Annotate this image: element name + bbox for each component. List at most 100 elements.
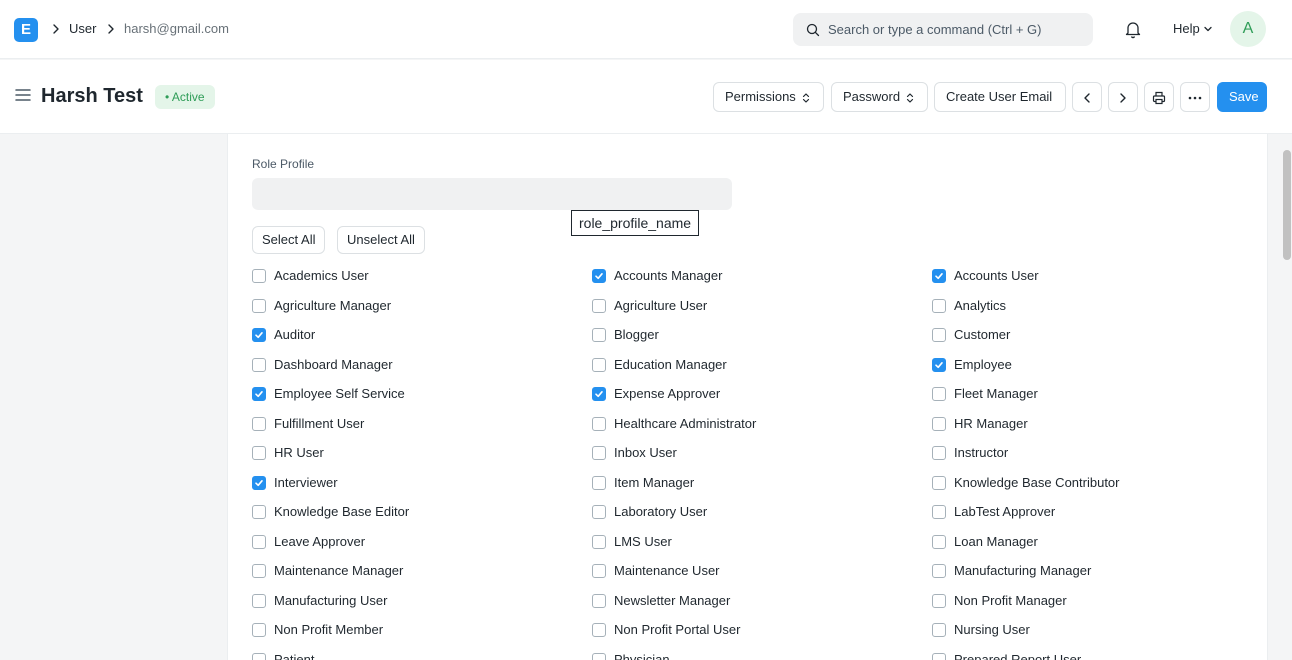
checkbox-checked[interactable] <box>252 328 266 342</box>
checkbox-unchecked[interactable] <box>592 446 606 460</box>
role-label: Prepared Report User <box>954 652 1082 660</box>
checkbox-unchecked[interactable] <box>252 594 266 608</box>
checkbox-checked[interactable] <box>932 269 946 283</box>
role-label: Non Profit Manager <box>954 593 1067 608</box>
role-label: Customer <box>954 327 1011 342</box>
bell-icon[interactable] <box>1123 19 1143 39</box>
checkbox-unchecked[interactable] <box>592 535 606 549</box>
checkbox-unchecked[interactable] <box>252 535 266 549</box>
checkbox-unchecked[interactable] <box>932 623 946 637</box>
role-label: Patient <box>274 652 315 660</box>
role-label: HR User <box>274 445 324 460</box>
checkbox-unchecked[interactable] <box>592 623 606 637</box>
breadcrumb-current-user[interactable]: harsh@gmail.com <box>124 20 229 38</box>
permissions-button[interactable]: Permissions <box>713 82 824 112</box>
role-label: Knowledge Base Contributor <box>954 475 1120 490</box>
role-label: Fleet Manager <box>954 386 1038 401</box>
role-label: Knowledge Base Editor <box>274 504 410 519</box>
checkbox-unchecked[interactable] <box>252 505 266 519</box>
checkbox-unchecked[interactable] <box>592 417 606 431</box>
search-input[interactable]: Search or type a command (Ctrl + G) <box>793 13 1093 46</box>
checkbox-unchecked[interactable] <box>252 446 266 460</box>
checkbox-unchecked[interactable] <box>932 417 946 431</box>
role-label: Physician <box>614 652 670 660</box>
previous-record-button[interactable] <box>1072 82 1102 112</box>
role-profile-input[interactable] <box>252 178 732 210</box>
status-badge: • Active <box>155 85 215 109</box>
help-menu[interactable]: Help <box>1173 20 1200 38</box>
role-label: Newsletter Manager <box>614 593 731 608</box>
check-icon <box>255 391 263 398</box>
checkbox-unchecked[interactable] <box>932 299 946 313</box>
checkbox-unchecked[interactable] <box>932 505 946 519</box>
checkbox-unchecked[interactable] <box>932 564 946 578</box>
role-label: Item Manager <box>614 475 695 490</box>
create-user-email-button[interactable]: Create User Email <box>934 82 1066 112</box>
checkbox-unchecked[interactable] <box>932 387 946 401</box>
checkbox-unchecked[interactable] <box>592 299 606 313</box>
checkbox-unchecked[interactable] <box>252 623 266 637</box>
scrollbar-thumb[interactable] <box>1283 150 1291 260</box>
checkbox-unchecked[interactable] <box>252 653 266 660</box>
checkbox-unchecked[interactable] <box>932 328 946 342</box>
checkbox-unchecked[interactable] <box>592 594 606 608</box>
page-scrollbar[interactable] <box>1282 150 1292 260</box>
select-all-button[interactable]: Select All <box>252 226 326 254</box>
more-actions-button[interactable] <box>1180 82 1210 112</box>
role-label: Auditor <box>274 327 316 342</box>
role-label: Dashboard Manager <box>274 357 393 372</box>
checkbox-unchecked[interactable] <box>592 476 606 490</box>
checkbox-unchecked[interactable] <box>932 653 946 660</box>
print-button[interactable] <box>1144 82 1174 112</box>
password-button[interactable]: Password <box>831 82 928 112</box>
check-icon <box>595 273 603 280</box>
role-label: Academics User <box>274 268 369 283</box>
chevron-right-icon <box>108 24 114 34</box>
app-logo-icon[interactable]: E <box>14 18 38 42</box>
role-label: Fulfillment User <box>274 416 365 431</box>
role-label: LabTest Approver <box>954 504 1056 519</box>
checkbox-checked[interactable] <box>592 387 606 401</box>
role-label: HR Manager <box>954 416 1028 431</box>
hamburger-icon[interactable] <box>15 88 31 102</box>
next-record-button[interactable] <box>1108 82 1138 112</box>
role-label: Employee Self Service <box>274 386 405 401</box>
password-button-label: Password <box>843 89 901 104</box>
checkbox-unchecked[interactable] <box>592 505 606 519</box>
checkbox-unchecked[interactable] <box>932 476 946 490</box>
checkbox-checked[interactable] <box>592 269 606 283</box>
permissions-button-label: Permissions <box>725 89 796 104</box>
save-button[interactable]: Save <box>1217 82 1267 112</box>
checkbox-checked[interactable] <box>932 358 946 372</box>
role-label: Manufacturing User <box>274 593 388 608</box>
role-label: Expense Approver <box>614 386 721 401</box>
page-title: Harsh Test <box>41 85 143 107</box>
role-label: Blogger <box>614 327 659 342</box>
checkbox-unchecked[interactable] <box>252 299 266 313</box>
checkbox-unchecked[interactable] <box>592 564 606 578</box>
checkbox-unchecked[interactable] <box>932 594 946 608</box>
checkbox-unchecked[interactable] <box>932 535 946 549</box>
role-label: Instructor <box>954 445 1009 460</box>
checkbox-unchecked[interactable] <box>592 328 606 342</box>
checkbox-checked[interactable] <box>252 476 266 490</box>
chevron-right-icon <box>53 24 59 34</box>
role-label: Leave Approver <box>274 534 366 549</box>
breadcrumb-user[interactable]: User <box>69 20 96 38</box>
checkbox-checked[interactable] <box>252 387 266 401</box>
checkbox-unchecked[interactable] <box>252 269 266 283</box>
search-placeholder: Search or type a command (Ctrl + G) <box>828 22 1042 37</box>
checkbox-unchecked[interactable] <box>592 653 606 660</box>
checkbox-unchecked[interactable] <box>252 358 266 372</box>
checkbox-unchecked[interactable] <box>932 446 946 460</box>
role-label: Employee <box>954 357 1012 372</box>
unselect-all-button[interactable]: Unselect All <box>337 226 425 254</box>
checkbox-unchecked[interactable] <box>252 564 266 578</box>
role-profile-label: Role Profile <box>252 157 315 171</box>
role-label: Loan Manager <box>954 534 1038 549</box>
checkbox-unchecked[interactable] <box>252 417 266 431</box>
printer-icon <box>1152 91 1166 104</box>
checkbox-unchecked[interactable] <box>592 358 606 372</box>
avatar[interactable]: A <box>1230 11 1266 47</box>
chevron-right-icon <box>1120 92 1126 103</box>
